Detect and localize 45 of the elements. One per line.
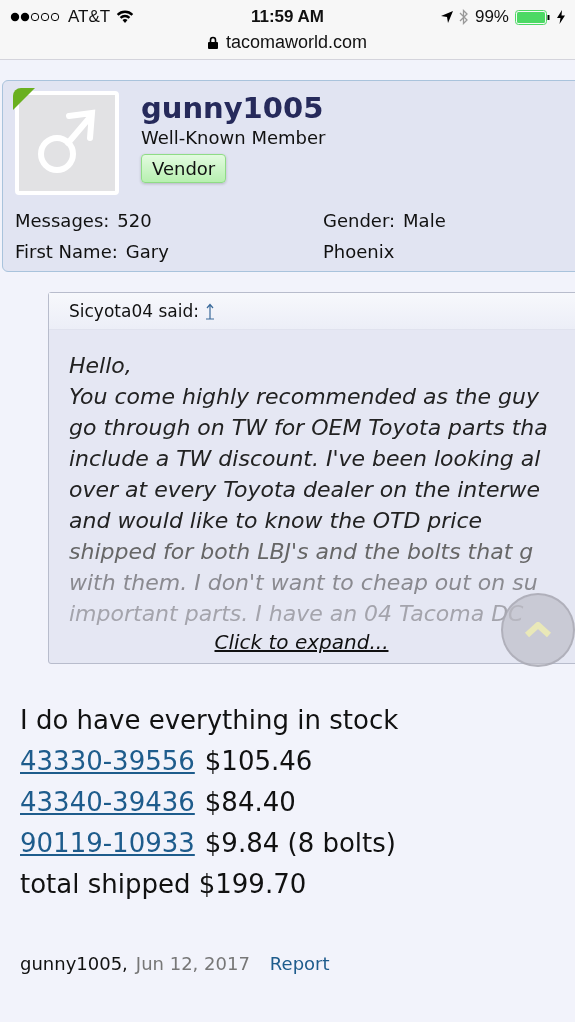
battery-icon — [515, 9, 551, 25]
user-title: Well-Known Member — [141, 126, 326, 150]
quote-author: Sicyota04 said: — [69, 301, 199, 321]
location-arrow-icon — [440, 11, 453, 23]
quote-line: with them. I don't want to cheap out on su — [69, 569, 539, 597]
quote-line: and would like to know the OTD price — [69, 507, 484, 535]
stat-value: Phoenix — [323, 240, 395, 264]
vendor-badge: Vendor — [141, 154, 227, 183]
charging-icon — [557, 10, 565, 24]
stat-value: Male — [403, 209, 446, 233]
part-price: $105.46 — [204, 745, 313, 778]
caret-up-icon — [524, 622, 552, 638]
username[interactable]: gunny1005 — [141, 91, 324, 125]
part-number-link[interactable]: 43340-39436 — [20, 782, 195, 823]
stat-label: First Name: — [15, 240, 118, 264]
carrier: AT&T — [68, 7, 111, 27]
avatar[interactable] — [15, 91, 119, 195]
quote-line: include a TW discount. I've been looking al — [69, 445, 542, 473]
url-text[interactable]: tacomaworld.com — [225, 32, 367, 53]
bluetooth-icon — [458, 9, 469, 25]
expand-link[interactable]: Click to expand... — [214, 630, 389, 654]
stat-label: Messages: — [15, 209, 110, 233]
stat-label: Gender: — [323, 209, 396, 233]
post-date: Jun 12, 2017 — [135, 953, 250, 974]
post-author[interactable]: gunny1005, — [20, 953, 128, 974]
message-text: total shipped $199.70 — [20, 868, 308, 901]
quote-line: over at every Toyota dealer on the interwe — [69, 476, 541, 504]
wifi-icon — [116, 10, 135, 24]
quote-line: You come highly recommended as the guy — [69, 383, 540, 411]
quote-line: go through on TW for OEM Toyota parts tha — [69, 414, 549, 442]
clock: 11:59 AM — [250, 7, 325, 27]
battery-percent: 99% — [474, 7, 509, 27]
report-link[interactable]: Report — [269, 953, 330, 974]
part-number-link[interactable]: 90119-10933 — [20, 823, 195, 864]
part-number-link[interactable]: 43330-39556 — [20, 741, 195, 782]
quote-line: shipped for both LBJ's and the bolts that g — [69, 538, 535, 566]
part-price: $9.84 (8 bolts) — [204, 827, 396, 860]
lock-icon — [207, 36, 218, 49]
part-price: $84.40 — [204, 786, 296, 819]
quote-line: Hello, — [69, 352, 133, 380]
stat-value: Gary — [125, 240, 169, 264]
stat-value: 520 — [117, 209, 152, 233]
message-text: I do have everything in stock — [20, 704, 400, 737]
up-arrow-icon[interactable] — [204, 302, 215, 320]
signal-icon — [10, 11, 62, 23]
